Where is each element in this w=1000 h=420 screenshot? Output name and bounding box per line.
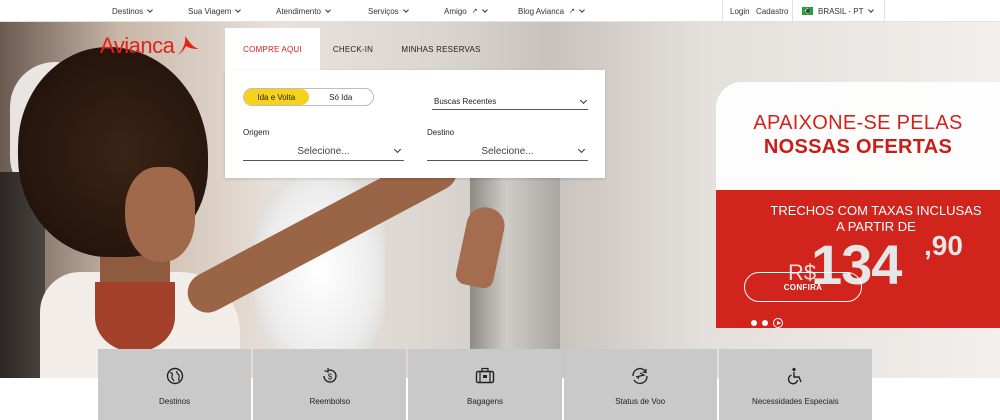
divider [884, 0, 885, 22]
quick-link-status-de-voo[interactable]: Status de Voo [563, 349, 717, 420]
confira-button[interactable]: CONFIRA [744, 272, 862, 302]
tab-compre-aqui[interactable]: COMPRE AQUI [225, 28, 320, 70]
origin-label: Origem [243, 128, 270, 137]
destination-label: Destino [427, 128, 455, 137]
external-link-icon: ↗ [471, 8, 478, 15]
tab-check-in[interactable]: CHECK-IN [320, 28, 386, 70]
carousel-dot[interactable] [762, 320, 768, 326]
promo-cents: ,90 [924, 230, 963, 261]
nav-sua-viagem[interactable]: Sua Viagem [188, 0, 242, 22]
nav-destinos-label: Destinos [112, 6, 144, 16]
quick-link-destinos[interactable]: Destinos [98, 349, 252, 420]
wheelchair-icon [785, 367, 805, 385]
signup-link[interactable]: Cadastro [756, 0, 788, 22]
nav-blog-label: Blog Avianca [518, 6, 565, 16]
baggage-icon [475, 367, 495, 385]
chevron-down-icon [393, 145, 402, 154]
nav-servicos-label: Serviços [368, 6, 399, 16]
round-trip-option[interactable]: Ida e Volta [244, 89, 309, 105]
brazil-flag-icon [802, 7, 813, 15]
quick-link-label: Bagagens [466, 397, 504, 406]
login-link[interactable]: Login [730, 0, 750, 22]
nav-destinos[interactable]: Destinos [112, 0, 153, 22]
nav-servicos[interactable]: Serviços [368, 0, 409, 22]
chevron-down-icon [579, 6, 585, 13]
divider [722, 0, 723, 22]
promo-header: APAIXONE-SE PELAS NOSSAS OFERTAS [716, 82, 1000, 190]
origin-value: Selecione... [297, 146, 350, 157]
quick-link-bagagens[interactable]: Bagagens [408, 349, 562, 420]
nav-atendimento[interactable]: Atendimento [276, 0, 331, 22]
promo-title-line1: APAIXONE-SE PELAS [753, 112, 963, 134]
chevron-down-icon [325, 6, 331, 13]
nav-sua-viagem-label: Sua Viagem [188, 6, 232, 16]
login-label: Login [730, 6, 750, 16]
quick-link-label: Destinos [159, 397, 191, 406]
booking-tabs: COMPRE AQUI CHECK-IN MINHAS RESERVAS [225, 28, 496, 70]
chevron-down-icon [867, 6, 874, 13]
booking-panel: Ida e Volta Só Ida Buscas Recentes Orige… [225, 70, 605, 178]
destination-value: Selecione... [481, 146, 534, 157]
avianca-logo[interactable]: Avianca [100, 33, 200, 59]
carousel-indicators [740, 318, 783, 328]
chevron-down-icon [579, 96, 588, 104]
nav-amigo-label: Amigo [444, 6, 467, 16]
nav-atendimento-label: Atendimento [276, 6, 321, 16]
nav-amigo[interactable]: Amigo ↗ [444, 0, 488, 22]
external-link-icon: ↗ [569, 8, 575, 15]
nav-blog-avianca[interactable]: Blog Avianca ↗ [518, 0, 585, 22]
divider [792, 0, 793, 22]
origin-select[interactable]: Selecione... [243, 143, 404, 161]
flight-status-icon [630, 367, 650, 385]
globe-icon [165, 367, 185, 385]
passenger-image [125, 167, 195, 262]
carousel-dot[interactable] [751, 320, 757, 326]
recent-searches-label: Buscas Recentes [434, 97, 497, 106]
play-icon[interactable] [773, 318, 783, 328]
trip-type-toggle: Ida e Volta Só Ida [243, 88, 374, 106]
passenger-image [95, 282, 175, 352]
recent-searches-select[interactable]: Buscas Recentes [432, 94, 588, 110]
top-utility-bar: Destinos Sua Viagem Atendimento Serviços… [0, 0, 1000, 22]
promo-subtitle-line1: TRECHOS COM TAXAS INCLUSAS [770, 203, 982, 218]
chevron-down-icon [577, 145, 586, 154]
svg-text:$: $ [328, 373, 333, 382]
quick-links-bar: Destinos $ Reembolso Bagagens Status de … [98, 349, 873, 420]
chevron-down-icon [481, 6, 488, 13]
country-selector[interactable]: BRASIL - PT [802, 0, 874, 22]
tab-minhas-reservas[interactable]: MINHAS RESERVAS [386, 28, 496, 70]
quick-link-label: Necessidades Especiais [752, 397, 839, 406]
refund-icon: $ [320, 367, 340, 385]
chevron-down-icon [235, 6, 242, 13]
quick-link-label: Status de Voo [615, 397, 666, 406]
quick-link-label: Reembolso [309, 397, 351, 406]
promo-banner: APAIXONE-SE PELAS NOSSAS OFERTAS TRECHOS… [716, 82, 1000, 328]
country-label: BRASIL - PT [818, 6, 864, 16]
one-way-option[interactable]: Só Ida [309, 89, 374, 105]
destination-select[interactable]: Selecione... [427, 143, 588, 161]
quick-link-reembolso[interactable]: $ Reembolso [253, 349, 407, 420]
bird-logo-icon [176, 35, 200, 57]
signup-label: Cadastro [756, 6, 789, 16]
chevron-down-icon [402, 6, 409, 13]
logo-text: Avianca [100, 33, 175, 58]
carousel-dot[interactable] [740, 320, 746, 326]
promo-title-line2: NOSSAS OFERTAS [763, 136, 953, 158]
quick-link-necessidades-especiais[interactable]: Necessidades Especiais [718, 349, 873, 420]
promo-offer: TRECHOS COM TAXAS INCLUSAS A PARTIR DE R… [716, 190, 1000, 328]
chevron-down-icon [147, 6, 153, 13]
